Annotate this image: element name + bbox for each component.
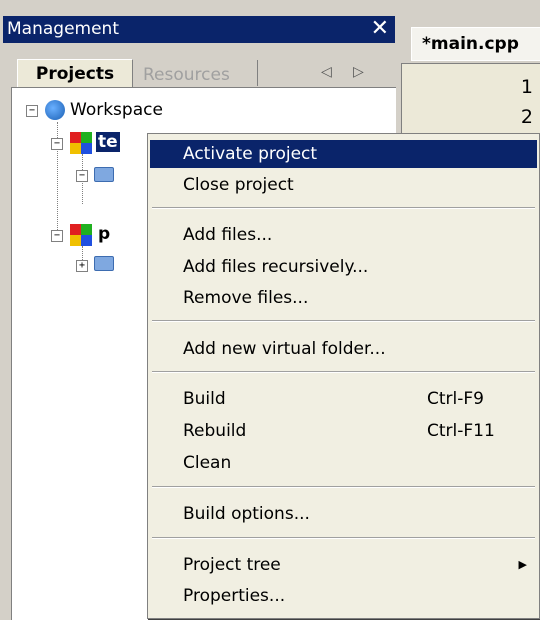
collapse-workspace-icon[interactable]: −	[26, 105, 38, 117]
tree-item-project1[interactable]: te	[96, 132, 120, 152]
menu-separator	[152, 486, 535, 488]
menu-item-clean[interactable]: Clean	[150, 449, 537, 477]
tab-resources[interactable]: Resources	[137, 63, 263, 88]
menu-separator	[152, 320, 535, 322]
tab-projects[interactable]: Projects	[17, 59, 133, 89]
menu-item-rebuild[interactable]: Rebuild Ctrl-F11	[150, 417, 537, 445]
close-icon[interactable]: ✕	[371, 16, 389, 42]
expand-folder-icon[interactable]: +	[76, 260, 88, 272]
menu-item-label: Add files...	[183, 225, 273, 245]
editor-tab-main-cpp[interactable]: *main.cpp	[411, 27, 540, 61]
menu-item-label: Remove files...	[183, 288, 309, 308]
line-number: 1	[520, 76, 533, 98]
menu-item-remove-files[interactable]: Remove files...	[150, 284, 537, 312]
project-icon	[70, 132, 92, 154]
collapse-project1-icon[interactable]: −	[51, 138, 63, 150]
menu-item-properties[interactable]: Properties...	[150, 582, 537, 610]
line-number: 2	[520, 106, 533, 128]
panel-tabstrip: Projects Resources ◁ ▷	[3, 46, 395, 89]
collapse-project2-icon[interactable]: −	[51, 230, 63, 242]
tree-item-workspace[interactable]: Workspace	[70, 100, 163, 120]
tab-divider	[257, 60, 258, 86]
menu-item-build-options[interactable]: Build options...	[150, 500, 537, 528]
menu-separator	[152, 537, 535, 539]
workspace-icon	[45, 100, 65, 120]
folder-icon	[94, 167, 114, 182]
menu-separator	[152, 207, 535, 209]
menu-separator	[152, 371, 535, 373]
menu-item-activate-project[interactable]: Activate project	[150, 140, 537, 168]
menu-item-label: Properties...	[183, 586, 286, 606]
menu-item-add-virtual-folder[interactable]: Add new virtual folder...	[150, 335, 537, 363]
folder-icon	[94, 256, 114, 271]
tree-item-project2[interactable]: p	[98, 224, 110, 244]
tab-scroll-left-icon[interactable]: ◁	[321, 64, 332, 80]
menu-item-add-files[interactable]: Add files...	[150, 221, 537, 249]
menu-item-project-tree[interactable]: Project tree ▶	[150, 551, 537, 579]
menu-item-label: Add files recursively...	[183, 257, 369, 277]
menu-item-label: Close project	[183, 175, 294, 195]
menu-item-label: Clean	[183, 453, 232, 473]
menu-item-label: Project tree	[183, 555, 281, 575]
panel-title: Management	[7, 19, 119, 39]
tab-scroll-right-icon[interactable]: ▷	[353, 64, 364, 80]
menu-item-shortcut: Ctrl-F9	[427, 389, 484, 409]
project-icon	[70, 224, 92, 246]
collapse-folder-icon[interactable]: −	[76, 170, 88, 182]
menu-item-label: Build options...	[183, 504, 310, 524]
menu-item-shortcut: Ctrl-F11	[427, 421, 495, 441]
menu-item-label: Rebuild	[183, 421, 247, 441]
menu-item-build[interactable]: Build Ctrl-F9	[150, 385, 537, 413]
menu-item-add-files-recursively[interactable]: Add files recursively...	[150, 253, 537, 281]
menu-item-label: Build	[183, 389, 226, 409]
panel-titlebar: Management ✕	[3, 16, 395, 43]
menu-item-label: Add new virtual folder...	[183, 339, 386, 359]
menu-item-close-project[interactable]: Close project	[150, 171, 537, 199]
submenu-arrow-icon: ▶	[518, 558, 527, 571]
project-context-menu: Activate project Close project Add files…	[147, 133, 540, 619]
menu-item-label: Activate project	[183, 144, 318, 164]
